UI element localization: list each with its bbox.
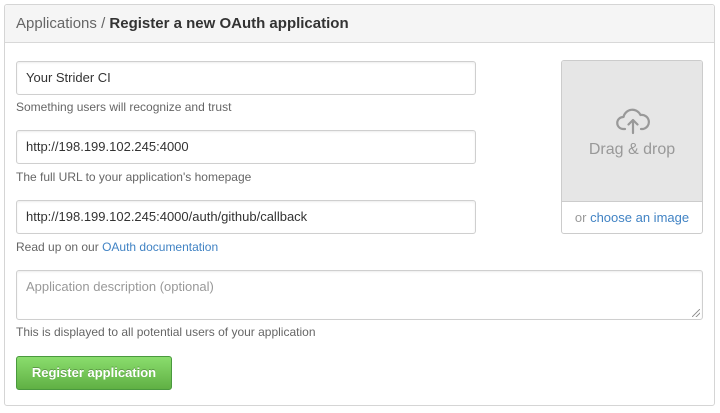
breadcrumb-applications-link[interactable]: Applications	[16, 15, 97, 32]
callback-url-input[interactable]: http://198.199.102.245:4000/auth/github/…	[16, 200, 476, 234]
resize-grip-icon[interactable]	[692, 309, 700, 317]
homepage-url-input[interactable]: http://198.199.102.245:4000	[16, 130, 476, 164]
application-name-input[interactable]: Your Strider CI	[16, 61, 476, 95]
description-placeholder: Application description (optional)	[26, 279, 214, 294]
choose-image-row: or choose an image	[562, 202, 702, 233]
breadcrumb: Applications / Register a new OAuth appl…	[5, 5, 714, 43]
choose-image-link[interactable]: choose an image	[590, 210, 689, 225]
drag-and-drop-label: Drag & drop	[588, 141, 676, 158]
oauth-documentation-link[interactable]: OAuth documentation	[102, 240, 218, 254]
choose-prefix: or	[574, 210, 591, 225]
breadcrumb-separator: /	[101, 15, 106, 32]
application-description-textarea[interactable]: Application description (optional)	[16, 270, 703, 320]
callback-url-note: Read up on our OAuth documentation	[16, 240, 218, 254]
callback-note-prefix: Read up on our	[16, 240, 103, 254]
description-note: This is displayed to all potential users…	[16, 325, 316, 339]
logo-drop-zone[interactable]: Drag & drop	[562, 61, 702, 202]
application-name-note: Something users will recognize and trust	[16, 100, 232, 114]
page-title: Register a new OAuth application	[109, 15, 349, 32]
homepage-url-note: The full URL to your application's homep…	[16, 170, 252, 184]
register-application-button[interactable]: Register application	[16, 356, 172, 390]
cloud-upload-icon	[616, 108, 650, 135]
logo-upload-box: Drag & drop or choose an image	[561, 60, 703, 234]
register-oauth-panel: Applications / Register a new OAuth appl…	[4, 4, 715, 406]
